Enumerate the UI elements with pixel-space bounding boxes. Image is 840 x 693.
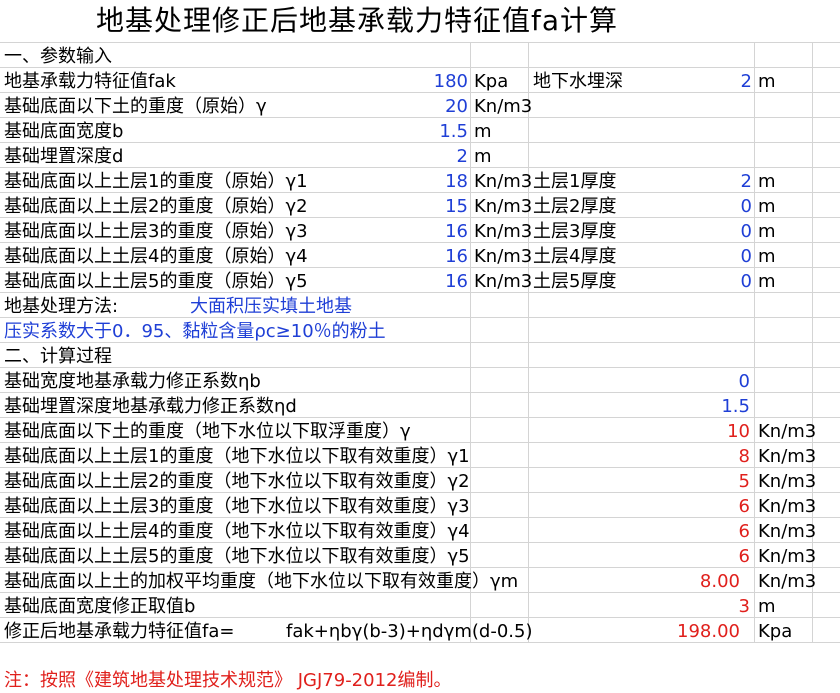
input-label: 基础埋置深度d: [4, 146, 124, 167]
input-unit: m: [474, 146, 492, 167]
input-value[interactable]: 16: [400, 219, 468, 244]
side-value[interactable]: 0: [700, 219, 752, 244]
input-value[interactable]: 180: [400, 69, 468, 94]
input-value[interactable]: 1.5: [400, 119, 468, 144]
input-unit: Kn/m3: [474, 96, 533, 117]
side-label: 土层4厚度: [533, 246, 617, 267]
input-value[interactable]: 2: [400, 144, 468, 169]
side-unit: m: [758, 196, 776, 217]
input-value[interactable]: 16: [400, 244, 468, 269]
side-unit: m: [758, 171, 776, 192]
calc-label: 基础底面以上土层4的重度（地下水位以下取有效重度）γ4: [4, 521, 470, 542]
calc-value[interactable]: 3: [680, 594, 750, 619]
calc-unit: m: [758, 596, 776, 617]
side-value[interactable]: 0: [700, 244, 752, 269]
calc-label: 基础底面以上土层2的重度（地下水位以下取有效重度）γ2: [4, 471, 470, 492]
calc-label: 基础底面以下土的重度（地下水位以下取浮重度）γ: [4, 421, 411, 442]
input-unit: Kn/m3: [474, 171, 533, 192]
calc-unit: Kn/m3: [758, 546, 817, 567]
spreadsheet: 地基处理修正后地基承载力特征值fa计算 一、参数输入 地基承载力特征值fak 18…: [0, 0, 840, 691]
side-value[interactable]: 2: [700, 169, 752, 194]
calc-label: 基础底面以上土层3的重度（地下水位以下取有效重度）γ3: [4, 496, 470, 517]
side-label: 土层2厚度: [533, 196, 617, 217]
input-unit: Kn/m3: [474, 246, 533, 267]
calc-unit: Kn/m3: [758, 521, 817, 542]
method-detail[interactable]: 压实系数大于0．95、黏粒含量ρc≥10％的粉土: [4, 319, 386, 344]
side-unit: m: [758, 71, 776, 92]
input-unit: m: [474, 121, 492, 142]
final-label: 修正后地基承载力特征值fa=: [4, 621, 235, 642]
input-unit: Kn/m3: [474, 196, 533, 217]
input-label: 地基承载力特征值fak: [4, 71, 176, 92]
input-label: 基础底面以上土层1的重度（原始）γ1: [4, 171, 308, 192]
calc-label: 基础宽度地基承载力修正系数ηb: [4, 371, 261, 392]
final-value[interactable]: 198.00: [620, 619, 740, 644]
calc-label: 基础底面以上土层1的重度（地下水位以下取有效重度）γ1: [4, 446, 470, 467]
grid-line: [0, 42, 840, 43]
side-value[interactable]: 0: [700, 269, 752, 294]
calc-value[interactable]: 6: [680, 494, 750, 519]
input-label: 基础底面以上土层3的重度（原始）γ3: [4, 221, 308, 242]
calc-label: 基础埋置深度地基承载力修正系数ηd: [4, 396, 297, 417]
section-header-calc: 二、计算过程: [4, 346, 112, 367]
side-unit: m: [758, 246, 776, 267]
side-label: 土层1厚度: [533, 171, 617, 192]
side-unit: m: [758, 271, 776, 292]
input-unit: Kn/m3: [474, 271, 533, 292]
input-label: 基础底面以上土层2的重度（原始）γ2: [4, 196, 308, 217]
side-label: 土层3厚度: [533, 221, 617, 242]
grid-line: [0, 317, 840, 318]
input-value[interactable]: 15: [400, 194, 468, 219]
calc-value[interactable]: 10: [680, 419, 750, 444]
calc-value[interactable]: 5: [680, 469, 750, 494]
side-unit: m: [758, 221, 776, 242]
input-label: 基础底面以下土的重度（原始）γ: [4, 96, 267, 117]
input-label: 基础底面以上土层5的重度（原始）γ5: [4, 271, 308, 292]
calc-unit: Kn/m3: [758, 471, 817, 492]
grid-line: [0, 367, 840, 368]
method-label: 地基处理方法:: [4, 296, 119, 317]
footnote: 注：按照《建筑地基处理技术规范》 JGJ79-2012编制。: [4, 670, 452, 691]
sheet-title: 地基处理修正后地基承载力特征值fa计算: [96, 4, 619, 37]
input-value[interactable]: 18: [400, 169, 468, 194]
side-label: 土层5厚度: [533, 271, 617, 292]
side-label: 地下水埋深: [533, 71, 623, 92]
calc-value[interactable]: 8.00: [620, 569, 740, 594]
calc-unit: Kn/m3: [758, 421, 817, 442]
calc-value[interactable]: 1.5: [680, 394, 750, 419]
final-unit: Kpa: [758, 621, 793, 642]
input-value[interactable]: 20: [400, 94, 468, 119]
calc-value[interactable]: 6: [680, 519, 750, 544]
calc-unit: Kn/m3: [758, 496, 817, 517]
final-formula: fak+ηbγ(b-3)+ηdγm(d-0.5): [286, 621, 533, 642]
input-value[interactable]: 16: [400, 269, 468, 294]
method-value[interactable]: 大面积压实填土地基: [190, 294, 352, 319]
calc-value[interactable]: 0: [680, 369, 750, 394]
section-header-input: 一、参数输入: [4, 46, 112, 67]
calc-label: 基础底面以上土层5的重度（地下水位以下取有效重度）γ5: [4, 546, 470, 567]
calc-unit: Kn/m3: [758, 446, 817, 467]
calc-value[interactable]: 8: [680, 444, 750, 469]
input-label: 基础底面宽度b: [4, 121, 124, 142]
side-value[interactable]: 2: [700, 69, 752, 94]
calc-value[interactable]: 6: [680, 544, 750, 569]
calc-label: 基础底面以上土的加权平均重度（地下水位以下取有效重度）γm: [4, 571, 519, 592]
grid-line: [0, 67, 840, 68]
input-unit: Kpa: [474, 71, 509, 92]
input-label: 基础底面以上土层4的重度（原始）γ4: [4, 246, 308, 267]
calc-label: 基础底面宽度修正取值b: [4, 596, 196, 617]
input-unit: Kn/m3: [474, 221, 533, 242]
side-value[interactable]: 0: [700, 194, 752, 219]
calc-unit: Kn/m3: [758, 571, 817, 592]
